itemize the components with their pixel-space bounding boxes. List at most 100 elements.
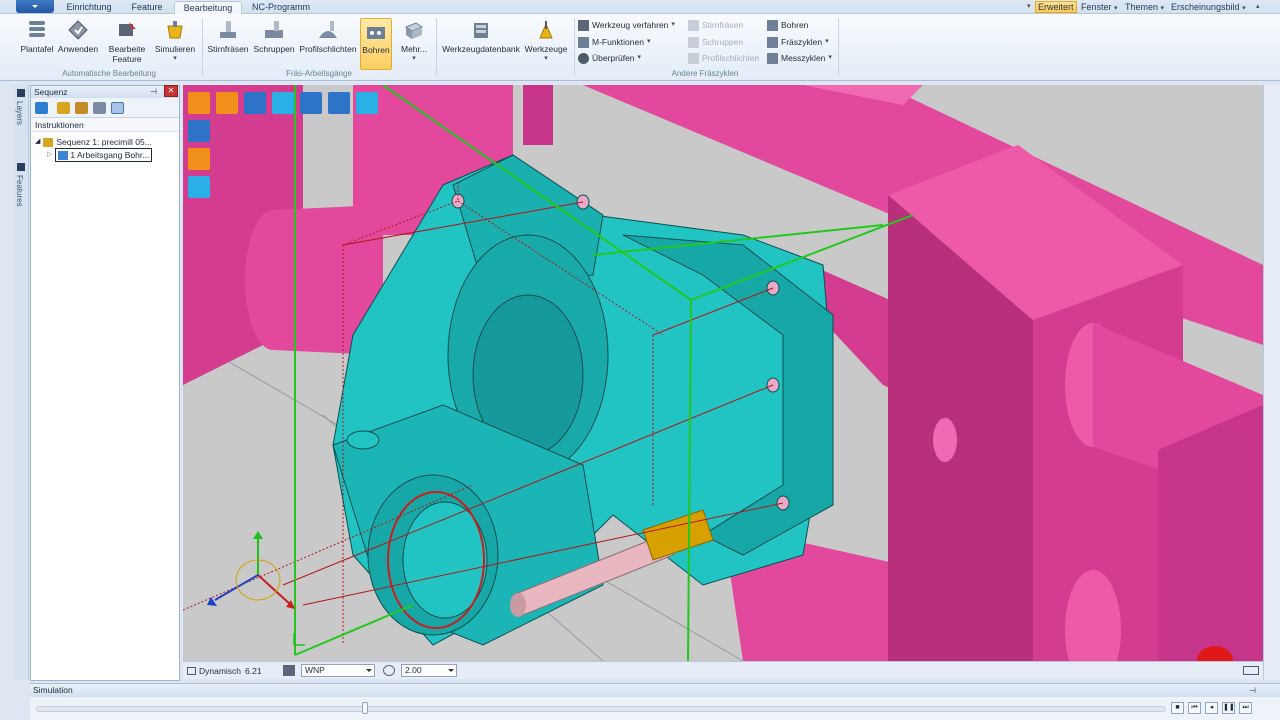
refresh-icon[interactable]: [35, 102, 48, 114]
themen-menu[interactable]: Themen ▾: [1125, 1, 1164, 13]
schruppen-small-icon: [688, 36, 699, 48]
mehr-button[interactable]: Mehr... ▾: [396, 18, 432, 64]
coordinate-system-select[interactable]: WNP: [301, 664, 375, 677]
ueberpruefen-label: Überprüfen: [592, 53, 635, 63]
tree-item-operation[interactable]: ▷ 1 Arbeitsgang Bohr...: [47, 148, 153, 162]
layers-tab[interactable]: Layers: [15, 101, 24, 125]
fast-forward-button[interactable]: ⏭: [1239, 702, 1252, 714]
stirnfraesen-button[interactable]: Stirnfräsen: [206, 18, 250, 54]
help-caret-icon[interactable]: ▴: [1256, 1, 1260, 13]
snap-icon[interactable]: [356, 92, 378, 114]
group-label-fraes-arbeitsgaenge: Fräs-Arbeitsgänge: [286, 69, 352, 78]
sequence-icon: [43, 137, 54, 147]
stirnfraesen-small-button[interactable]: Stirnfräsen: [688, 18, 743, 32]
expand-icon[interactable]: ▷: [47, 149, 52, 161]
ueberpruefen-button[interactable]: Überprüfen ▾: [578, 51, 641, 65]
schruppen-small-button[interactable]: Schruppen: [688, 35, 743, 49]
chevron-down-icon: ▾: [828, 54, 832, 61]
werkzeugdatenbank-icon: [474, 23, 488, 38]
file-menu-button[interactable]: [16, 0, 54, 13]
ribbon-separator: [202, 18, 203, 76]
chevron-down-icon: ▾: [544, 55, 548, 62]
zoom-factor-value: 2.00: [405, 665, 422, 675]
bohren-small-label: Bohren: [781, 20, 809, 30]
layers-icon: [17, 89, 25, 97]
chevron-down-icon: ▾: [825, 38, 829, 45]
new-sequence-icon[interactable]: [57, 102, 70, 114]
tree-item-label: Sequenz 1: precimill 05...: [56, 137, 152, 147]
werkzeuge-button[interactable]: Werkzeuge ▾: [522, 18, 570, 64]
schruppen-button[interactable]: Schruppen: [252, 18, 296, 54]
simulation-progress-handle[interactable]: [361, 702, 368, 714]
folder-icon[interactable]: [75, 102, 88, 114]
plantafel-button[interactable]: Plantafel: [20, 18, 54, 54]
simulieren-icon: [167, 21, 183, 39]
bohren-button[interactable]: Bohren: [360, 18, 392, 70]
step-back-button[interactable]: ◂: [1205, 702, 1218, 714]
simulation-progress-track[interactable]: [36, 706, 1166, 712]
pin-icon[interactable]: ⊣: [1249, 684, 1256, 697]
group-label-andere-fraeszyklen: Andere Fräszyklen: [671, 69, 739, 78]
simulieren-label: Simulieren: [154, 44, 196, 54]
view-toggle-icon[interactable]: [111, 102, 124, 114]
view-cube-icon[interactable]: [188, 92, 210, 114]
close-icon[interactable]: ✕: [164, 85, 178, 97]
werkzeug-verfahren-button[interactable]: Werkzeug verfahren ▾: [578, 18, 675, 32]
fenster-menu[interactable]: Fenster ▾: [1081, 1, 1118, 13]
chevron-down-icon: ▾: [1242, 5, 1246, 12]
menu-tab-bar: Einrichtung Feature Bearbeitung NC-Progr…: [0, 0, 1280, 14]
part-view-icon[interactable]: [188, 148, 210, 170]
coordinate-system-value: WNP: [305, 665, 325, 675]
anwenden-icon: [68, 20, 88, 40]
chevron-down-icon: [366, 669, 372, 672]
stop-button[interactable]: ■: [1171, 702, 1184, 714]
right-scroll-strip[interactable]: [1263, 85, 1280, 680]
m-funktionen-label: M-Funktionen: [592, 37, 644, 47]
collapse-icon[interactable]: ◢: [35, 136, 40, 148]
anwenden-button[interactable]: Anwenden: [56, 18, 100, 54]
messzyklen-button[interactable]: Messzyklen ▾: [767, 51, 832, 65]
werkzeugdatenbank-button[interactable]: Werkzeugdatenbank: [440, 18, 522, 54]
features-tab[interactable]: Features: [15, 175, 24, 207]
erscheinungsbild-menu[interactable]: Erscheinungsbild ▾: [1171, 1, 1246, 13]
mehr-icon: [404, 22, 424, 39]
fixture-block-far: [1158, 405, 1263, 661]
stock-view-icon[interactable]: [216, 92, 238, 114]
fixture-block: [523, 85, 553, 145]
chevron-down-icon: ▾: [173, 55, 177, 62]
profilschlichten-small-button[interactable]: Profilschlichten: [688, 51, 759, 65]
iso-view-icon[interactable]: [188, 120, 210, 142]
rewind-button[interactable]: ⏮: [1188, 702, 1201, 714]
3d-viewport[interactable]: [183, 85, 1263, 661]
simulieren-button[interactable]: Simulieren ▾: [153, 18, 197, 64]
fraeszyklen-button[interactable]: Fräszyklen ▾: [767, 35, 829, 49]
m-funktionen-button[interactable]: M-Funktionen ▾: [578, 35, 650, 49]
fixture-view-icon[interactable]: [244, 92, 266, 114]
chevron-down-icon: ▾: [646, 38, 651, 45]
tab-feature[interactable]: Feature: [124, 1, 170, 14]
zoom-icon[interactable]: [300, 92, 322, 114]
wireframe-icon[interactable]: [188, 176, 210, 198]
bohren-small-button[interactable]: Bohren: [767, 18, 808, 32]
m-funktionen-icon: [578, 36, 589, 48]
pause-button[interactable]: ❚❚: [1222, 702, 1235, 714]
ribbon-separator: [436, 18, 437, 76]
tab-einrichtung[interactable]: Einrichtung: [60, 1, 118, 14]
tree-item-sequence[interactable]: ◢ Sequenz 1: precimill 05...: [35, 136, 152, 148]
tree-item-label: 1 Arbeitsgang Bohr...: [70, 150, 150, 160]
tab-nc-programm[interactable]: NC-Programm: [246, 1, 316, 14]
bearbeite-feature-button[interactable]: Bearbeite Feature: [105, 18, 149, 64]
erweitert-menu[interactable]: Erweitert: [1035, 1, 1077, 13]
bohren-label: Bohren: [362, 45, 390, 55]
settings-icon[interactable]: [93, 102, 106, 114]
list-icon[interactable]: [328, 92, 350, 114]
light-icon[interactable]: [272, 92, 294, 114]
viewport-status-bar: Dynamisch 6.21 WNP 2.00: [183, 661, 1263, 679]
layout-icon[interactable]: [1243, 666, 1259, 675]
sequence-panel: Sequenz ⊣ Instruktionen ◢ Sequenz 1: pre…: [30, 85, 180, 681]
themen-label: Themen: [1125, 2, 1159, 12]
profilschlichten-button[interactable]: Profilschlichten: [298, 18, 358, 54]
tab-bearbeitung[interactable]: Bearbeitung: [174, 1, 242, 14]
zoom-factor-select[interactable]: 2.00: [401, 664, 457, 677]
pin-icon[interactable]: ⊣: [150, 86, 157, 98]
